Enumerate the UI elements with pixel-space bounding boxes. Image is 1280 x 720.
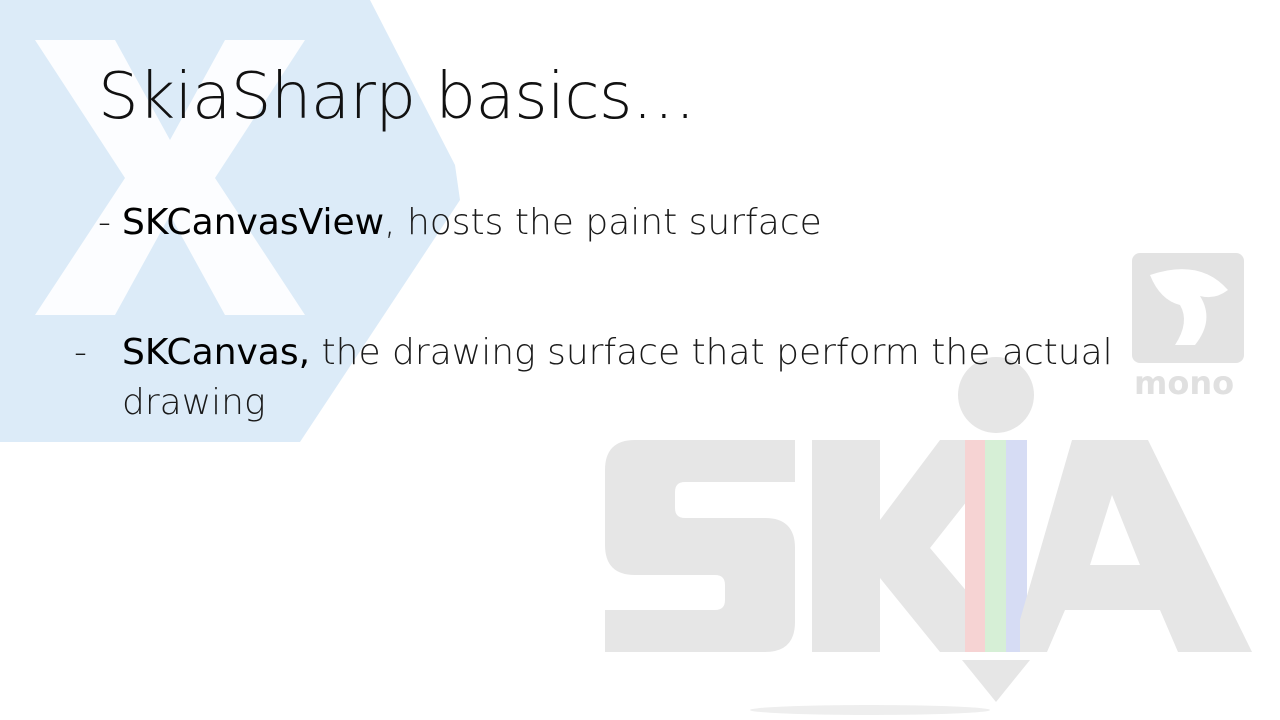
bullet-term: SKCanvasView [122,202,385,243]
bullet-text: , hosts the paint surface [384,202,822,243]
bullet-dash: - [74,332,87,373]
bullet-item: - SKCanvas, the drawing surface that perf… [74,328,1122,428]
mono-logo-text: mono [1134,364,1234,402]
slide-title: SkiaSharp basics… [98,60,696,134]
bullet-dash: - [98,202,111,243]
bullet-term: SKCanvas, [122,332,311,373]
bullet-item: - SKCanvasView, hosts the paint surface [98,198,822,248]
slide: mono SkiaSharp basics… - SKCanvasView, ho… [0,0,1280,720]
mono-logo-icon: mono [1132,253,1244,402]
